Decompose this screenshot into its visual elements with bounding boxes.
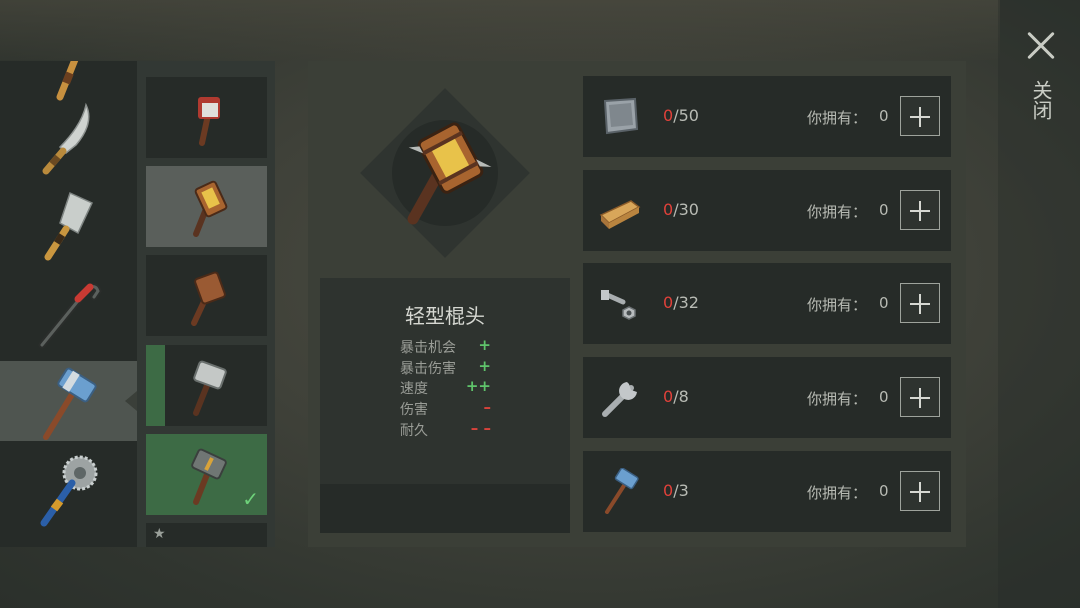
material-row-hammer: 0/3 你拥有： 0	[583, 451, 951, 532]
bolt-nut-icon	[601, 290, 636, 320]
stat-value: ++	[465, 377, 491, 395]
variant-wooden-mallet[interactable]	[146, 255, 267, 336]
close-icon[interactable]	[1026, 30, 1056, 60]
weapon-item-cleaver[interactable]	[0, 183, 137, 263]
weapon-list	[0, 61, 137, 547]
material-row-wood: 0/30 你拥有： 0	[583, 170, 951, 251]
wrapped-club-icon	[198, 97, 220, 146]
add-wrench-button[interactable]	[900, 377, 940, 417]
stat-row-durability: 耐久 – –	[400, 419, 495, 440]
variant-light-stick-head[interactable]	[146, 166, 267, 247]
backdrop-strip	[0, 0, 1000, 60]
add-metal-button[interactable]	[900, 96, 940, 136]
weapon-item-saw-mace[interactable]	[0, 447, 137, 527]
sledgehammer-icon	[191, 448, 227, 505]
owned-label: 你拥有：	[807, 390, 868, 408]
machete-icon	[42, 102, 90, 175]
material-row-bolts: 0/32 你拥有： 0	[583, 263, 951, 344]
add-hammer-button[interactable]	[900, 471, 940, 511]
weapon-item-machete[interactable]	[0, 97, 137, 177]
owned-value: 0	[879, 107, 889, 125]
owned-value: 0	[879, 294, 889, 312]
variant-starred[interactable]: ★	[146, 523, 267, 547]
stat-value: +	[478, 336, 491, 354]
variant-wrapped-club[interactable]	[146, 77, 267, 158]
selection-arrow	[125, 391, 137, 411]
wooden-mallet-icon	[191, 271, 226, 326]
stat-value: –	[483, 398, 492, 416]
wood-plank-icon	[599, 200, 641, 229]
light-stick-head-icon	[193, 180, 228, 237]
saw-mace-icon	[40, 455, 98, 527]
material-count: 0/32	[663, 293, 699, 312]
stat-label: 伤害	[400, 402, 428, 418]
owned-value: 0	[879, 201, 889, 219]
material-row-wrench: 0/8 你拥有： 0	[583, 357, 951, 438]
material-count: 0/8	[663, 387, 689, 406]
variant-steel-hammer[interactable]	[146, 345, 267, 426]
light-stick-head-icon	[407, 122, 492, 225]
variant-sledgehammer[interactable]: ✓	[146, 434, 267, 515]
cleaver-icon	[44, 191, 93, 261]
stat-value: +	[478, 357, 491, 375]
star-icon: ★	[153, 526, 166, 542]
add-wood-button[interactable]	[900, 190, 940, 230]
metal-plate-icon	[603, 97, 639, 135]
steel-hammer-icon	[193, 360, 227, 416]
item-title: 轻型棍头	[405, 304, 485, 328]
stat-row-speed: 速度 ++	[400, 377, 495, 398]
material-row-metal: 0/50 你拥有： 0	[583, 76, 951, 157]
stat-label: 耐久	[400, 423, 428, 439]
stat-row-damage: 伤害 –	[400, 398, 495, 419]
material-count: 0/50	[663, 106, 699, 125]
hammer-icon	[43, 367, 97, 440]
add-bolts-button[interactable]	[900, 283, 940, 323]
stat-row-crit-damage: 暴击伤害 +	[400, 357, 495, 378]
hammer-icon	[605, 468, 639, 514]
material-count: 0/3	[663, 481, 689, 500]
crowbar-icon	[38, 283, 102, 349]
weapon-item-crowbar[interactable]	[0, 269, 137, 349]
stat-value: – –	[470, 419, 491, 437]
stat-label: 暴击伤害	[400, 361, 456, 377]
wrench-icon	[602, 382, 637, 417]
weapon-item-hammer[interactable]	[0, 361, 137, 441]
owned-value: 0	[879, 388, 889, 406]
variant-list: ✓ ★	[137, 61, 275, 547]
stat-label: 暴击机会	[400, 340, 456, 356]
locked-indicator	[146, 345, 165, 426]
owned-value: 0	[879, 482, 889, 500]
stat-label: 速度	[400, 381, 428, 397]
close-label[interactable]: 关闭	[1029, 80, 1053, 120]
owned-label: 你拥有：	[807, 203, 868, 221]
owned-label: 你拥有：	[807, 296, 868, 314]
stats-footer	[320, 484, 570, 533]
owned-check-icon: ✓	[242, 487, 259, 511]
material-count: 0/30	[663, 200, 699, 219]
owned-label: 你拥有：	[807, 109, 868, 127]
stat-row-crit-chance: 暴击机会 +	[400, 336, 495, 357]
owned-label: 你拥有：	[807, 484, 868, 502]
